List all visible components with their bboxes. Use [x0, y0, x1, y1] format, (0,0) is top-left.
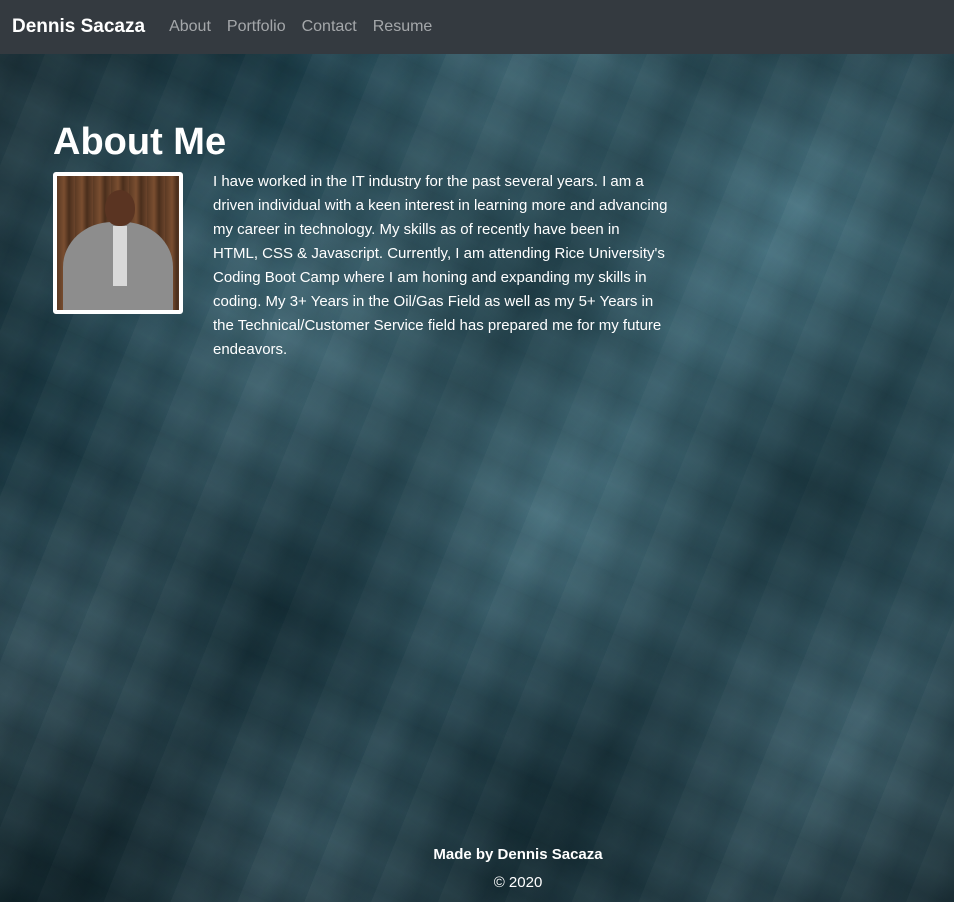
about-section: About Me I have worked in the IT industr…	[53, 118, 673, 377]
footer: Made by Dennis Sacaza © 2020	[0, 842, 954, 898]
nav-link-contact[interactable]: Contact	[294, 18, 365, 36]
footer-made-by: Made by Dennis Sacaza	[433, 846, 603, 863]
nav-link-portfolio[interactable]: Portfolio	[219, 18, 294, 36]
nav-link-about[interactable]: About	[161, 18, 219, 36]
photo-shirt	[113, 226, 127, 286]
brand-link[interactable]: Dennis Sacaza	[12, 16, 145, 38]
about-content: I have worked in the IT industry for the…	[53, 172, 673, 377]
page-title: About Me	[53, 121, 227, 163]
bio-text: I have worked in the IT industry for the…	[213, 173, 668, 358]
nav-link-resume[interactable]: Resume	[365, 18, 441, 36]
footer-copyright: © 2020	[493, 874, 543, 891]
navbar: Dennis Sacaza About Portfolio Contact Re…	[0, 0, 954, 54]
profile-photo	[53, 172, 183, 314]
photo-head	[105, 190, 135, 226]
